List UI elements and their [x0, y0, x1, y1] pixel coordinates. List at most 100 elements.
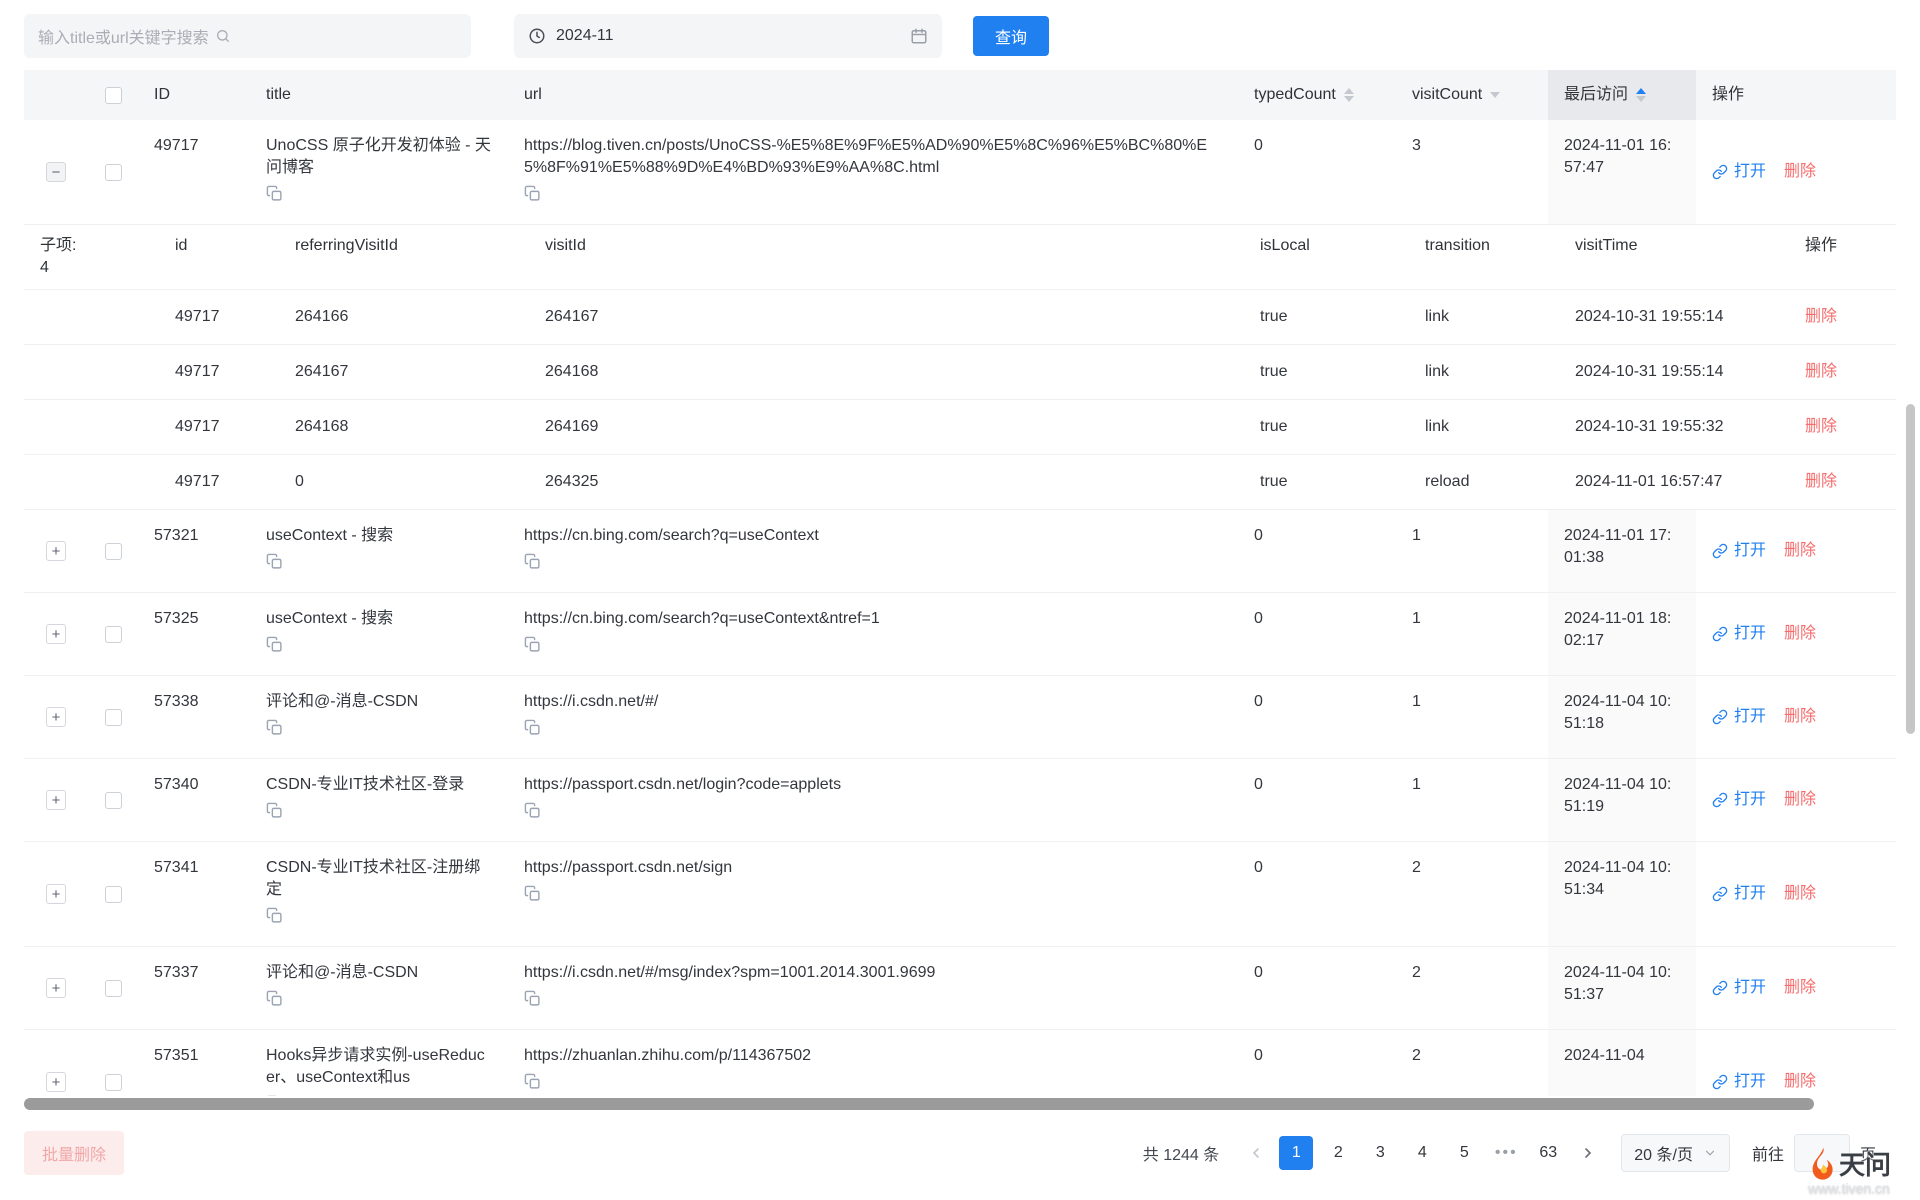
delete-link[interactable]: 删除: [1784, 540, 1816, 562]
row-checkbox[interactable]: [105, 164, 122, 181]
expand-toggle[interactable]: [46, 624, 66, 644]
expand-cell: [24, 120, 88, 224]
copy-url-icon[interactable]: [524, 885, 541, 902]
delete-link[interactable]: 删除: [1784, 161, 1816, 183]
open-link[interactable]: 打开: [1712, 883, 1766, 905]
row-url: https://zhuanlan.zhihu.com/p/114367502: [524, 1045, 1222, 1067]
month-picker[interactable]: 2024-11: [514, 14, 942, 58]
page-ellipsis[interactable]: •••: [1489, 1136, 1523, 1170]
copy-url-icon[interactable]: [524, 185, 541, 202]
copy-title-icon[interactable]: [266, 802, 283, 819]
sort-icon-last-visit[interactable]: [1636, 88, 1646, 102]
history-table: ID title url typedCount visitCount 最后访问 …: [24, 70, 1896, 1096]
row-typed-count: 0: [1238, 593, 1396, 675]
expand-toggle[interactable]: [46, 707, 66, 727]
open-link[interactable]: 打开: [1712, 161, 1766, 183]
row-checkbox[interactable]: [105, 886, 122, 903]
header-id: ID: [138, 70, 250, 120]
next-page-button[interactable]: [1573, 1136, 1603, 1170]
header-typed-count[interactable]: typedCount: [1238, 70, 1396, 120]
expand-toggle[interactable]: [46, 1072, 66, 1092]
delete-link[interactable]: 删除: [1784, 789, 1816, 811]
expand-cell: [24, 593, 88, 675]
checkbox-cell: [88, 510, 138, 592]
expand-toggle[interactable]: [46, 884, 66, 904]
page-button[interactable]: 5: [1447, 1136, 1481, 1170]
expand-toggle[interactable]: [46, 541, 66, 561]
goto-page-input[interactable]: [1794, 1134, 1850, 1172]
copy-title-icon[interactable]: [266, 907, 283, 924]
link-icon: [1712, 626, 1728, 642]
batch-delete-button[interactable]: 批量删除: [24, 1131, 124, 1175]
header-last-visit[interactable]: 最后访问: [1548, 70, 1696, 120]
row-last-visit: 2024-11-04: [1548, 1030, 1696, 1096]
copy-title-icon[interactable]: [266, 1095, 283, 1096]
row-checkbox[interactable]: [105, 626, 122, 643]
delete-link[interactable]: 删除: [1784, 623, 1816, 645]
open-link[interactable]: 打开: [1712, 540, 1766, 562]
url-cell: https://i.csdn.net/#/msg/index?spm=1001.…: [508, 947, 1238, 1029]
expand-toggle[interactable]: [46, 978, 66, 998]
row-typed-count: 0: [1238, 510, 1396, 592]
copy-title-icon[interactable]: [266, 990, 283, 1007]
row-checkbox[interactable]: [105, 709, 122, 726]
copy-url-icon[interactable]: [524, 1073, 541, 1090]
vertical-scrollbar-thumb[interactable]: [1906, 404, 1915, 734]
query-button[interactable]: 查询: [973, 16, 1049, 56]
copy-url-icon[interactable]: [524, 553, 541, 570]
delete-link[interactable]: 删除: [1805, 308, 1837, 325]
sub-row-visit-time: 2024-10-31 19:55:14: [1559, 290, 1789, 344]
copy-url-icon[interactable]: [524, 636, 541, 653]
delete-link[interactable]: 删除: [1805, 363, 1837, 380]
url-cell: https://blog.tiven.cn/posts/UnoCSS-%E5%8…: [508, 120, 1238, 224]
open-link[interactable]: 打开: [1712, 706, 1766, 728]
title-cell: UnoCSS 原子化开发初体验 - 天问博客: [250, 120, 508, 224]
search-input[interactable]: 输入title或url关键字搜索: [24, 14, 471, 58]
expand-toggle[interactable]: [46, 162, 66, 182]
header-visit-count[interactable]: visitCount: [1396, 70, 1548, 120]
sub-actions-cell: 删除: [1789, 400, 1896, 454]
row-url: https://cn.bing.com/search?q=useContext: [524, 525, 1222, 547]
horizontal-scrollbar-thumb[interactable]: [24, 1098, 1814, 1110]
sub-row-id: 49717: [159, 345, 279, 399]
copy-url-icon[interactable]: [524, 719, 541, 736]
sub-row-visit-id: 264169: [529, 400, 1244, 454]
delete-link[interactable]: 删除: [1784, 1071, 1816, 1093]
actions-cell: 打开 删除: [1696, 510, 1896, 592]
copy-title-icon[interactable]: [266, 636, 283, 653]
delete-link[interactable]: 删除: [1784, 883, 1816, 905]
delete-link[interactable]: 删除: [1784, 977, 1816, 999]
checkbox-cell: [88, 676, 138, 758]
page-button[interactable]: 3: [1363, 1136, 1397, 1170]
delete-link[interactable]: 删除: [1805, 418, 1837, 435]
open-link[interactable]: 打开: [1712, 977, 1766, 999]
open-link[interactable]: 打开: [1712, 1071, 1766, 1093]
sort-icon-typed-count[interactable]: [1344, 88, 1354, 102]
expand-toggle[interactable]: [46, 790, 66, 810]
copy-url-icon[interactable]: [524, 802, 541, 819]
prev-page-button[interactable]: [1241, 1136, 1271, 1170]
copy-title-icon[interactable]: [266, 185, 283, 202]
history-manager-page: 输入title或url关键字搜索 2024-11 查询 ID title: [0, 0, 1920, 1200]
row-checkbox[interactable]: [105, 792, 122, 809]
page-button[interactable]: 2: [1321, 1136, 1355, 1170]
row-checkbox[interactable]: [105, 1074, 122, 1091]
row-checkbox[interactable]: [105, 543, 122, 560]
copy-url-icon[interactable]: [524, 990, 541, 1007]
sort-icon-visit-count[interactable]: [1490, 92, 1500, 98]
page-button[interactable]: 1: [1279, 1136, 1313, 1170]
sub-header-visit-id: visitId: [529, 225, 1244, 289]
row-checkbox[interactable]: [105, 980, 122, 997]
copy-title-icon[interactable]: [266, 553, 283, 570]
open-link[interactable]: 打开: [1712, 789, 1766, 811]
page-button-last[interactable]: 63: [1531, 1136, 1565, 1170]
select-all-checkbox[interactable]: [105, 87, 122, 104]
delete-link[interactable]: 删除: [1805, 473, 1837, 490]
open-link[interactable]: 打开: [1712, 623, 1766, 645]
page-button[interactable]: 4: [1405, 1136, 1439, 1170]
delete-link[interactable]: 删除: [1784, 706, 1816, 728]
page-size-select[interactable]: 20 条/页: [1621, 1134, 1730, 1172]
copy-title-icon[interactable]: [266, 719, 283, 736]
sub-spacer: [24, 290, 159, 344]
header-title: title: [250, 70, 508, 120]
